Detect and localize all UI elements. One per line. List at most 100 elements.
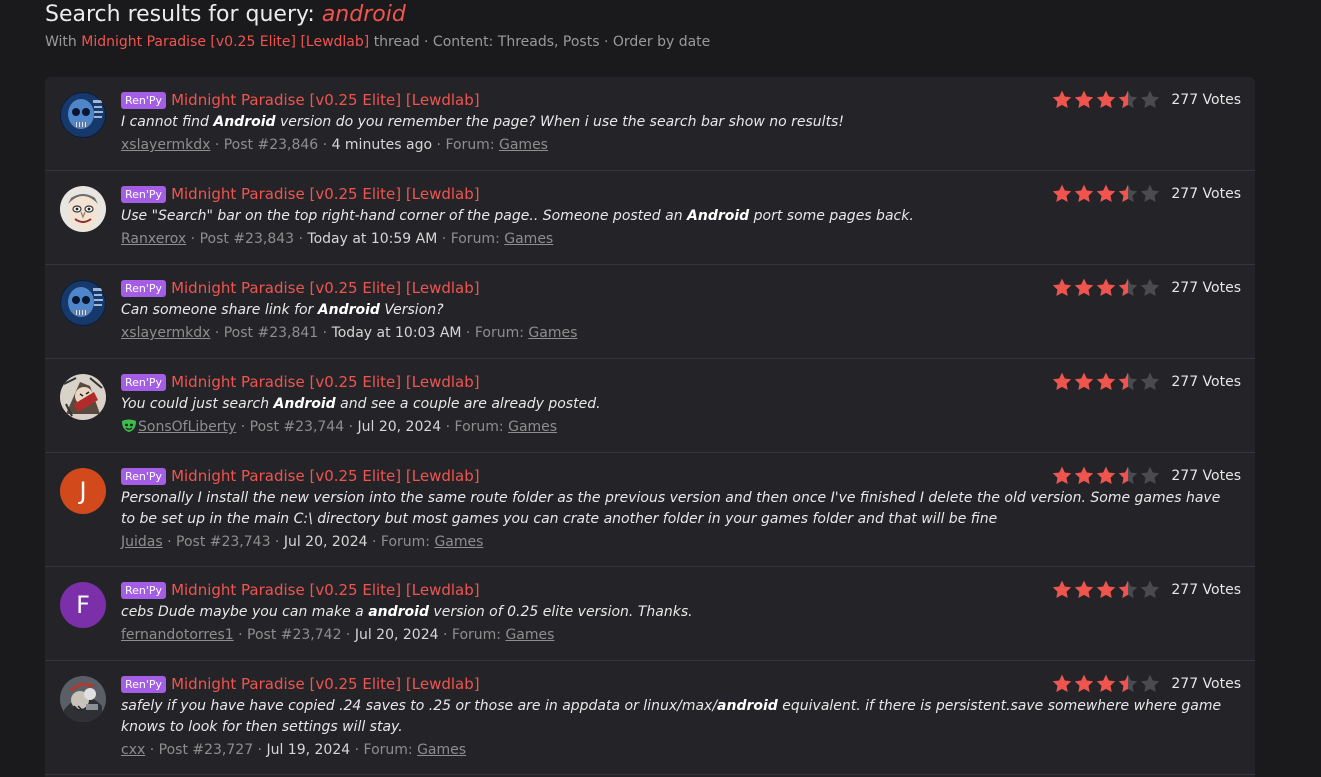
star-half-icon[interactable] — [1117, 371, 1139, 393]
snippet-text-before: I cannot find — [121, 114, 214, 130]
star-half-icon[interactable] — [1117, 673, 1139, 695]
username-link[interactable]: cxx — [121, 742, 145, 758]
result-snippet[interactable]: Use "Search" bar on the top right-hand c… — [121, 206, 1240, 227]
thread-title-link[interactable]: Midnight Paradise [v0.25 Elite] [Lewdlab… — [171, 279, 480, 297]
star-full-icon[interactable] — [1095, 673, 1117, 695]
avatar[interactable] — [60, 186, 106, 232]
star-full-icon[interactable] — [1073, 465, 1095, 487]
result-snippet[interactable]: Personally I install the new version int… — [121, 488, 1240, 530]
star-full-icon[interactable] — [1073, 673, 1095, 695]
username-link[interactable]: Juidas — [121, 534, 163, 550]
forum-link[interactable]: Games — [499, 137, 548, 153]
forum-link[interactable]: Games — [434, 534, 483, 550]
prefix-badge[interactable]: Ren'Py — [121, 467, 167, 485]
search-query: android — [321, 2, 406, 27]
star-full-icon[interactable] — [1073, 183, 1095, 205]
search-result-item[interactable]: Ren'Py Midnight Paradise [v0.25 Elite] [… — [45, 77, 1255, 171]
username-link[interactable]: xslayermkdx — [121, 325, 210, 341]
star-half-icon[interactable] — [1117, 579, 1139, 601]
star-half-icon[interactable] — [1117, 89, 1139, 111]
star-full-icon[interactable] — [1073, 277, 1095, 299]
star-half-icon[interactable] — [1117, 277, 1139, 299]
thread-title-link[interactable]: Midnight Paradise [v0.25 Elite] [Lewdlab… — [171, 185, 480, 203]
thread-title-link[interactable]: Midnight Paradise [v0.25 Elite] [Lewdlab… — [171, 675, 480, 693]
forum-link[interactable]: Games — [504, 231, 553, 247]
star-half-icon[interactable] — [1117, 465, 1139, 487]
prefix-badge[interactable]: Ren'Py — [121, 185, 167, 203]
avatar[interactable]: J — [60, 468, 106, 514]
forum-link[interactable]: Games — [508, 419, 557, 435]
forum-label: Forum: — [450, 231, 500, 247]
search-result-item[interactable]: Ren'Py Midnight Paradise [v0.25 Elite] [… — [45, 171, 1255, 265]
username-link[interactable]: SonsOfLiberty — [138, 419, 236, 435]
rating-stars[interactable] — [1051, 277, 1161, 299]
avatar[interactable] — [60, 92, 106, 138]
star-empty-icon[interactable] — [1139, 183, 1161, 205]
forum-link[interactable]: Games — [528, 325, 577, 341]
username-link[interactable]: Ranxerox — [121, 231, 186, 247]
search-result-item[interactable]: Ren'Py Midnight Paradise [v0.25 Elite] [… — [45, 661, 1255, 775]
username-link[interactable]: fernandotorres1 — [121, 627, 234, 643]
star-full-icon[interactable] — [1095, 277, 1117, 299]
prefix-badge[interactable]: Ren'Py — [121, 373, 167, 391]
star-full-icon[interactable] — [1095, 465, 1117, 487]
star-empty-icon[interactable] — [1139, 673, 1161, 695]
prefix-badge[interactable]: Ren'Py — [121, 91, 167, 109]
prefix-badge[interactable]: Ren'Py — [121, 279, 167, 297]
result-snippet[interactable]: I cannot find Android version do you rem… — [121, 112, 1240, 133]
star-half-icon[interactable] — [1117, 183, 1139, 205]
star-empty-icon[interactable] — [1139, 371, 1161, 393]
result-snippet[interactable]: cebs Dude maybe you can make a android v… — [121, 602, 1240, 623]
star-full-icon[interactable] — [1095, 371, 1117, 393]
prefix-badge[interactable]: Ren'Py — [121, 581, 167, 599]
result-snippet[interactable]: You could just search Android and see a … — [121, 394, 1240, 415]
thread-title-link[interactable]: Midnight Paradise [v0.25 Elite] [Lewdlab… — [171, 581, 480, 599]
forum-link[interactable]: Games — [505, 627, 554, 643]
star-full-icon[interactable] — [1051, 89, 1073, 111]
star-empty-icon[interactable] — [1139, 277, 1161, 299]
star-full-icon[interactable] — [1095, 89, 1117, 111]
post-number: Post #23,744 — [249, 419, 345, 435]
star-full-icon[interactable] — [1051, 183, 1073, 205]
avatar[interactable]: F — [60, 582, 106, 628]
star-full-icon[interactable] — [1051, 277, 1073, 299]
post-date: Today at 10:59 AM — [307, 231, 438, 247]
avatar[interactable] — [60, 374, 106, 420]
star-full-icon[interactable] — [1051, 673, 1073, 695]
star-full-icon[interactable] — [1095, 183, 1117, 205]
forum-link[interactable]: Games — [417, 742, 466, 758]
thread-title-link[interactable]: Midnight Paradise [v0.25 Elite] [Lewdlab… — [171, 373, 480, 391]
avatar[interactable] — [60, 280, 106, 326]
search-result-item[interactable]: Ren'Py Midnight Paradise [v0.25 Elite] [… — [45, 265, 1255, 359]
star-full-icon[interactable] — [1051, 465, 1073, 487]
star-full-icon[interactable] — [1073, 371, 1095, 393]
star-full-icon[interactable] — [1073, 579, 1095, 601]
star-empty-icon[interactable] — [1139, 465, 1161, 487]
rating-stars[interactable] — [1051, 465, 1161, 487]
username-link[interactable]: xslayermkdx — [121, 137, 210, 153]
search-result-item[interactable]: Ren'Py Midnight Paradise [v0.25 Elite] [… — [45, 359, 1255, 453]
rating-stars[interactable] — [1051, 673, 1161, 695]
thread-filter-link[interactable]: Midnight Paradise [v0.25 Elite] [Lewdlab… — [81, 34, 369, 50]
post-number: Post #23,742 — [247, 627, 342, 643]
thread-title-link[interactable]: Midnight Paradise [v0.25 Elite] [Lewdlab… — [171, 467, 480, 485]
rating-stars[interactable] — [1051, 579, 1161, 601]
result-snippet[interactable]: safely if you have have copied .24 saves… — [121, 696, 1240, 738]
prefix-badge[interactable]: Ren'Py — [121, 675, 167, 693]
star-full-icon[interactable] — [1051, 371, 1073, 393]
star-empty-icon[interactable] — [1139, 579, 1161, 601]
rating-stars[interactable] — [1051, 371, 1161, 393]
rating-stars[interactable] — [1051, 183, 1161, 205]
star-full-icon[interactable] — [1095, 579, 1117, 601]
search-result-item[interactable]: F Ren'Py Midnight Paradise [v0.25 Elite]… — [45, 567, 1255, 661]
result-snippet[interactable]: Can someone share link for Android Versi… — [121, 300, 1240, 321]
avatar[interactable] — [60, 676, 106, 722]
star-empty-icon[interactable] — [1139, 89, 1161, 111]
rating-stars[interactable] — [1051, 89, 1161, 111]
star-full-icon[interactable] — [1073, 89, 1095, 111]
snippet-text-after: port some pages back. — [749, 208, 914, 224]
star-full-icon[interactable] — [1051, 579, 1073, 601]
thread-title-link[interactable]: Midnight Paradise [v0.25 Elite] [Lewdlab… — [171, 91, 480, 109]
forum-label: Forum: — [445, 137, 495, 153]
search-result-item[interactable]: J Ren'Py Midnight Paradise [v0.25 Elite]… — [45, 453, 1255, 567]
